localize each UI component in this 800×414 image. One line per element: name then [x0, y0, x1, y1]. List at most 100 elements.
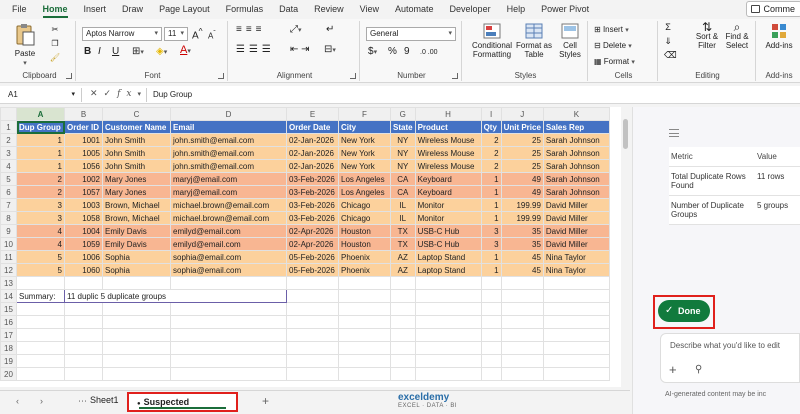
- cell[interactable]: [286, 354, 339, 368]
- fx-icon[interactable]: fx: [117, 89, 137, 99]
- cell[interactable]: [170, 328, 287, 342]
- currency-button[interactable]: $▾: [368, 47, 377, 57]
- cancel-icon[interactable]: ✕: [90, 88, 104, 98]
- cell[interactable]: [500, 289, 544, 303]
- cell[interactable]: emilyd@email.com: [170, 237, 287, 251]
- cell[interactable]: sophia@email.com: [170, 250, 287, 264]
- cell[interactable]: 35: [500, 224, 544, 238]
- cell[interactable]: [286, 328, 339, 342]
- format-painter-icon[interactable]: 🖌: [46, 53, 64, 62]
- cell[interactable]: 05-Feb-2026: [286, 263, 339, 277]
- cell[interactable]: 1056: [64, 159, 103, 173]
- cell[interactable]: [338, 367, 391, 381]
- cell[interactable]: [338, 302, 391, 316]
- cell[interactable]: [286, 276, 339, 290]
- number-launcher[interactable]: [452, 73, 458, 79]
- add-sheet-button[interactable]: +: [262, 394, 269, 408]
- cell[interactable]: [500, 354, 544, 368]
- cell[interactable]: Nina Taylor: [542, 250, 610, 264]
- bold-button[interactable]: B: [84, 47, 91, 57]
- cell[interactable]: 2: [16, 172, 65, 186]
- cell[interactable]: [500, 341, 544, 355]
- conditional-formatting-button[interactable]: Conditional Formatting: [468, 23, 516, 59]
- cell[interactable]: [414, 302, 482, 316]
- cell[interactable]: 25: [500, 159, 544, 173]
- cell[interactable]: [542, 315, 610, 329]
- cell[interactable]: [64, 354, 103, 368]
- cell[interactable]: [414, 354, 482, 368]
- cell[interactable]: Keyboard: [414, 172, 482, 186]
- cell[interactable]: [480, 289, 502, 303]
- cell[interactable]: 45: [500, 250, 544, 264]
- cell[interactable]: [338, 354, 391, 368]
- fill-icon[interactable]: ⇓: [664, 37, 672, 46]
- shrink-font-button[interactable]: Aˇ: [208, 29, 216, 41]
- cell[interactable]: 1: [16, 133, 65, 147]
- cell[interactable]: John Smith: [102, 159, 171, 173]
- cell[interactable]: 3: [16, 211, 65, 225]
- cell[interactable]: Los Angeles: [338, 185, 391, 199]
- indent-icons[interactable]: ⇤ ⇥: [290, 45, 310, 55]
- column-header[interactable]: J: [500, 107, 544, 121]
- cell[interactable]: 1: [480, 250, 502, 264]
- cell[interactable]: [480, 341, 502, 355]
- cell[interactable]: [542, 354, 610, 368]
- tab-view[interactable]: View: [360, 4, 379, 14]
- cell[interactable]: [64, 276, 103, 290]
- tab-page-layout[interactable]: Page Layout: [159, 4, 210, 14]
- cell[interactable]: John Smith: [102, 146, 171, 160]
- cell[interactable]: New York: [338, 159, 391, 173]
- row-header[interactable]: 14: [0, 289, 17, 303]
- cell[interactable]: 25: [500, 146, 544, 160]
- cell[interactable]: Sarah Johnson: [542, 185, 610, 199]
- cell[interactable]: 1: [16, 146, 65, 160]
- tab-developer[interactable]: Developer: [450, 4, 491, 14]
- cell[interactable]: [286, 302, 339, 316]
- horizontal-align-icons[interactable]: ☰☰☰: [236, 45, 275, 55]
- cell[interactable]: 45: [500, 263, 544, 277]
- orientation-icon[interactable]: ⤢▾: [290, 25, 302, 35]
- cell[interactable]: NY: [390, 146, 416, 160]
- cell[interactable]: [102, 302, 171, 316]
- row-header[interactable]: 15: [0, 302, 17, 316]
- cell[interactable]: Wireless Mouse: [414, 146, 482, 160]
- cell[interactable]: Sophia: [102, 250, 171, 264]
- cell[interactable]: [390, 302, 416, 316]
- column-header[interactable]: I: [480, 107, 502, 121]
- cell[interactable]: City: [338, 120, 391, 134]
- cell[interactable]: 03-Feb-2026: [286, 211, 339, 225]
- cell[interactable]: USB-C Hub: [414, 237, 482, 251]
- cell[interactable]: [542, 302, 610, 316]
- cell[interactable]: Chicago: [338, 211, 391, 225]
- cell[interactable]: Sarah Johnson: [542, 159, 610, 173]
- cell[interactable]: State: [390, 120, 416, 134]
- cell[interactable]: 1001: [64, 133, 103, 147]
- cell[interactable]: emilyd@email.com: [170, 224, 287, 238]
- cell[interactable]: Phoenix: [338, 263, 391, 277]
- cell[interactable]: [64, 341, 103, 355]
- cell[interactable]: John Smith: [102, 133, 171, 147]
- cell[interactable]: 1: [16, 159, 65, 173]
- cell[interactable]: [16, 341, 65, 355]
- cell[interactable]: [390, 341, 416, 355]
- row-header[interactable]: 11: [0, 250, 17, 264]
- paste-button[interactable]: Paste ▾: [12, 23, 38, 68]
- cell[interactable]: 02-Apr-2026: [286, 237, 339, 251]
- cell[interactable]: 49: [500, 172, 544, 186]
- row-header[interactable]: 1: [0, 120, 17, 134]
- prev-sheet-icon[interactable]: ‹: [16, 396, 19, 406]
- row-header[interactable]: 8: [0, 211, 17, 225]
- clear-icon[interactable]: ⌫: [664, 51, 677, 60]
- cell[interactable]: [16, 302, 65, 316]
- cell[interactable]: Chicago: [338, 198, 391, 212]
- cell[interactable]: [286, 315, 339, 329]
- cell[interactable]: IL: [390, 198, 416, 212]
- cell[interactable]: [390, 276, 416, 290]
- cell[interactable]: 25: [500, 133, 544, 147]
- decimal-buttons[interactable]: .0 .00: [420, 48, 438, 57]
- prompt-input[interactable]: Describe what you'd like to edit + ⚲: [660, 333, 800, 383]
- fill-color-icon[interactable]: ◈▾: [156, 47, 167, 57]
- tab-suspected-duplicates[interactable]: ●Suspected Duplicates: [127, 392, 238, 412]
- row-header[interactable]: 18: [0, 341, 17, 355]
- cell[interactable]: Qty: [480, 120, 502, 134]
